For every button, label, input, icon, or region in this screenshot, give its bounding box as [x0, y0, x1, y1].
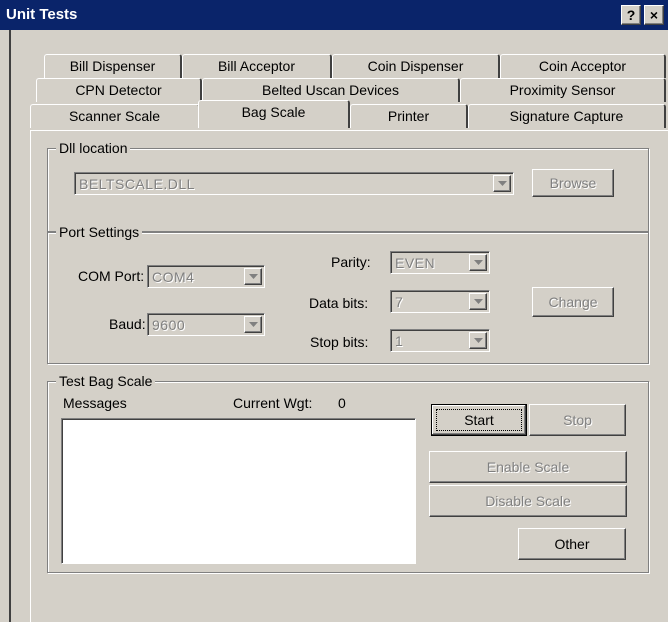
dll-location-select[interactable]: BELTSCALE.DLL [74, 172, 514, 195]
chevron-down-icon [493, 175, 511, 192]
tab-coin-dispenser[interactable]: Coin Dispenser [332, 54, 500, 78]
tab-scanner-scale[interactable]: Scanner Scale [30, 104, 200, 128]
chevron-down-icon [469, 254, 487, 271]
stop-bits-label: Stop bits: [310, 334, 369, 350]
tab-bill-acceptor[interactable]: Bill Acceptor [182, 54, 332, 78]
com-port-value: COM4 [152, 269, 195, 285]
title-bar: Unit Tests ? × [0, 0, 668, 30]
test-bag-scale-legend: Test Bag Scale [56, 372, 156, 390]
stop-bits-value: 1 [395, 333, 404, 349]
current-wgt-label: Current Wgt: [233, 395, 313, 411]
dll-location-legend: Dll location [56, 139, 131, 157]
browse-button[interactable]: Browse [532, 169, 614, 197]
tab-cpn-detector[interactable]: CPN Detector [36, 78, 202, 102]
tab-belted-uscan-devices[interactable]: Belted Uscan Devices [202, 78, 460, 102]
baud-value: 9600 [152, 317, 186, 333]
data-bits-select[interactable]: 7 [390, 290, 490, 313]
port-settings-group: Port Settings COM Port: COM4 Baud: 9600 … [47, 223, 649, 364]
port-settings-legend: Port Settings [56, 223, 143, 241]
tab-bag-scale[interactable]: Bag Scale [198, 100, 350, 128]
chevron-down-icon [244, 316, 262, 333]
change-button[interactable]: Change [532, 287, 614, 317]
start-button[interactable]: Start [431, 404, 527, 436]
parity-label: Parity: [331, 254, 371, 270]
baud-label: Baud: [109, 316, 146, 332]
com-port-select[interactable]: COM4 [147, 265, 265, 288]
data-bits-value: 7 [395, 294, 404, 310]
stop-bits-select[interactable]: 1 [390, 329, 490, 352]
other-button[interactable]: Other [518, 528, 626, 560]
tab-signature-capture[interactable]: Signature Capture [468, 104, 666, 128]
disable-scale-button[interactable]: Disable Scale [429, 485, 627, 517]
stop-button[interactable]: Stop [529, 404, 626, 436]
dll-location-value: BELTSCALE.DLL [79, 176, 195, 192]
chevron-down-icon [244, 268, 262, 285]
current-wgt-value: 0 [338, 395, 346, 411]
tab-coin-acceptor[interactable]: Coin Acceptor [500, 54, 666, 78]
messages-box[interactable] [61, 418, 416, 564]
com-port-label: COM Port: [78, 268, 145, 284]
dll-location-group: Dll location BELTSCALE.DLL Browse [47, 139, 649, 232]
help-button[interactable]: ? [621, 5, 641, 25]
messages-label: Messages [63, 395, 127, 411]
tab-printer[interactable]: Printer [350, 104, 468, 128]
parity-value: EVEN [395, 255, 436, 271]
test-bag-scale-group: Test Bag Scale Messages Current Wgt: 0 S… [47, 372, 649, 573]
tab-proximity-sensor[interactable]: Proximity Sensor [460, 78, 666, 102]
data-bits-label: Data bits: [309, 295, 369, 311]
window-frame-left [0, 30, 11, 622]
baud-select[interactable]: 9600 [147, 313, 265, 336]
bag-scale-panel: Dll location BELTSCALE.DLL Browse Port S… [30, 130, 668, 622]
window-title: Unit Tests [6, 6, 78, 23]
enable-scale-button[interactable]: Enable Scale [429, 451, 627, 483]
tab-bill-dispenser[interactable]: Bill Dispenser [44, 54, 182, 78]
close-button[interactable]: × [644, 5, 664, 25]
parity-select[interactable]: EVEN [390, 251, 490, 274]
chevron-down-icon [469, 293, 487, 310]
chevron-down-icon [469, 332, 487, 349]
